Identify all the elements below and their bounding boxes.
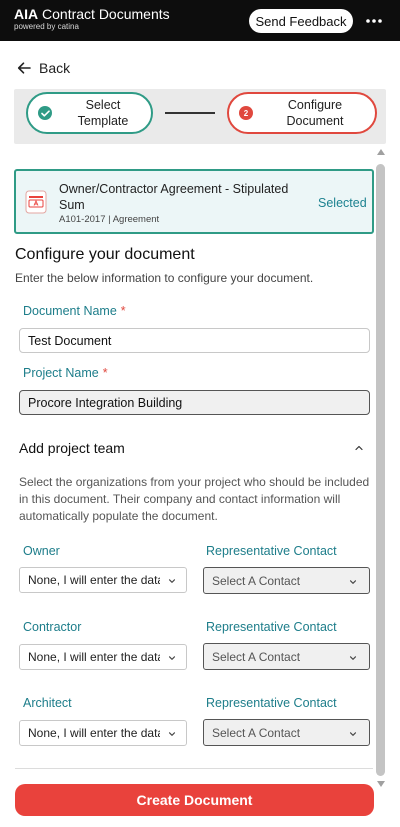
chevron-down-icon xyxy=(168,579,176,583)
arrow-left-icon xyxy=(17,62,31,74)
project-name-input[interactable] xyxy=(19,390,370,415)
chevron-down-icon xyxy=(168,656,176,660)
step-label: Select Template xyxy=(77,98,129,128)
contractor-contact-select[interactable]: Select A Contact xyxy=(203,643,370,670)
project-team-title: Add project team xyxy=(19,440,125,456)
select-value: Select A Contact xyxy=(212,573,301,588)
step-number-badge: 2 xyxy=(239,106,253,120)
project-name-label: Project Name * xyxy=(23,366,108,380)
owner-contact-select[interactable]: Select A Contact xyxy=(203,567,370,594)
required-mark: * xyxy=(120,304,126,318)
app-logo: AIA Contract Documents powered by catina xyxy=(14,7,170,31)
selected-status: Selected xyxy=(318,196,367,210)
step-label: Configure Document xyxy=(286,98,344,128)
contractor-label: Contractor xyxy=(23,620,82,634)
project-team-description: Select the organizations from your proje… xyxy=(19,475,370,523)
architect-rep-contact-label: Representative Contact xyxy=(206,696,337,710)
select-value: Select A Contact xyxy=(212,649,301,664)
select-value: Select A Contact xyxy=(212,725,301,740)
configure-title: Configure your document xyxy=(15,246,195,263)
project-team-toggle[interactable]: Add project team xyxy=(19,438,370,458)
step-configure-document[interactable]: 2 Configure Document xyxy=(227,92,377,134)
contractor-rep-contact-label: Representative Contact xyxy=(206,620,337,634)
document-name-input[interactable] xyxy=(19,328,370,353)
architect-contact-select[interactable]: Select A Contact xyxy=(203,719,370,746)
back-button[interactable]: Back xyxy=(17,58,70,78)
chevron-down-icon xyxy=(349,580,357,584)
scrollbar-thumb[interactable] xyxy=(376,164,385,776)
chevron-down-icon xyxy=(349,656,357,660)
more-horizontal-icon[interactable] xyxy=(364,12,384,30)
step-select-template[interactable]: Select Template xyxy=(26,92,153,134)
architect-label: Architect xyxy=(23,696,72,710)
document-icon xyxy=(25,190,47,214)
chevron-down-icon xyxy=(168,732,176,736)
powered-by: powered by catina xyxy=(14,22,79,31)
configure-description: Enter the below information to configure… xyxy=(15,271,314,285)
architect-org-select[interactable]: None, I will enter the data xyxy=(19,720,187,746)
select-value: None, I will enter the data xyxy=(28,726,160,740)
owner-label: Owner xyxy=(23,544,60,558)
divider xyxy=(15,768,373,769)
top-bar: AIA Contract Documents powered by catina… xyxy=(0,0,400,41)
brand-name: Contract Documents xyxy=(38,6,170,22)
document-name-label-text: Document Name xyxy=(23,304,117,318)
step-connector xyxy=(165,112,215,114)
chevron-down-icon xyxy=(349,732,357,736)
owner-org-select[interactable]: None, I will enter the data xyxy=(19,567,187,593)
template-subtitle: A101-2017 | Agreement xyxy=(59,214,160,225)
brand-strong: AIA xyxy=(14,6,39,22)
create-document-button[interactable]: Create Document xyxy=(15,784,374,816)
project-name-label-text: Project Name xyxy=(23,366,99,380)
send-feedback-button[interactable]: Send Feedback xyxy=(249,9,353,33)
back-label: Back xyxy=(39,60,71,76)
contractor-org-select[interactable]: None, I will enter the data xyxy=(19,644,187,670)
select-value: None, I will enter the data xyxy=(28,650,160,664)
required-mark: * xyxy=(102,366,108,380)
template-title: Owner/Contractor Agreement - Stipulated … xyxy=(59,182,289,212)
check-circle-icon xyxy=(38,106,52,120)
select-value: None, I will enter the data xyxy=(28,573,160,587)
scroll-down-arrow-icon[interactable] xyxy=(377,780,385,788)
stepper: Select Template 2 Configure Document xyxy=(14,89,386,144)
selected-template-card[interactable]: Owner/Contractor Agreement - Stipulated … xyxy=(14,169,374,234)
scroll-up-arrow-icon[interactable] xyxy=(377,148,385,156)
chevron-up-icon xyxy=(355,445,363,451)
document-name-label: Document Name * xyxy=(23,304,126,318)
owner-rep-contact-label: Representative Contact xyxy=(206,544,337,558)
